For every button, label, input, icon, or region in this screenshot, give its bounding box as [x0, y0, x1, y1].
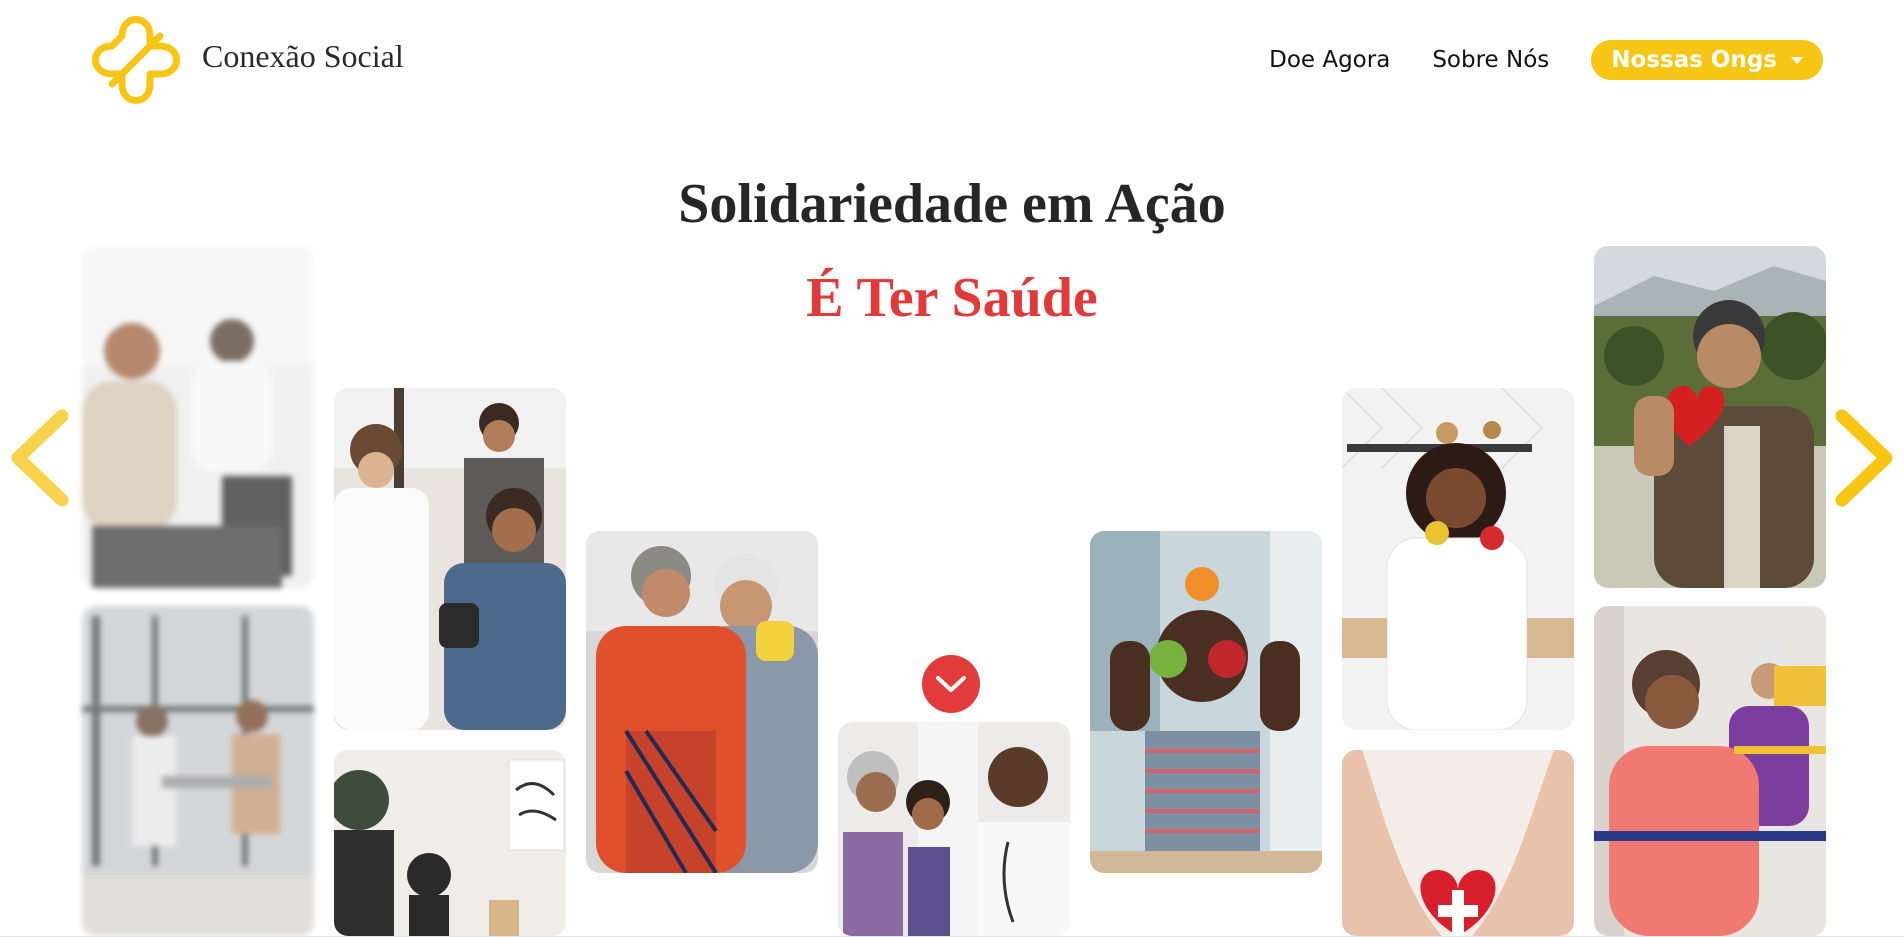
photo-elderly-couple-hugging	[586, 531, 818, 873]
nav-donate-link[interactable]: Doe Agora	[1269, 47, 1390, 73]
photo-blood-pressure-check	[334, 388, 566, 730]
photo-elderly-man-heart	[1594, 246, 1826, 588]
carousel-prev-button[interactable]	[8, 408, 72, 508]
cross-logo-icon	[92, 16, 180, 104]
ongs-dropdown-label: Nossas Ongs	[1611, 47, 1777, 73]
brand-name: Conexão Social	[202, 37, 404, 74]
photo-woman-holding-peppers	[1342, 388, 1574, 730]
hero-title: Solidariedade em Ação	[678, 173, 1226, 235]
caret-down-icon	[1791, 56, 1803, 64]
chevron-right-icon	[1835, 409, 1893, 507]
photo-elderly-women-exercise	[1594, 606, 1826, 936]
chevron-down-icon	[936, 676, 966, 692]
ongs-dropdown-button[interactable]: Nossas Ongs	[1591, 40, 1823, 80]
carousel-next-button[interactable]	[1832, 408, 1896, 508]
main-nav: Doe Agora Sobre Nós Nossas Ongs	[1269, 40, 1823, 80]
brand-logo[interactable]: Conexão Social	[82, 6, 404, 114]
photo-volunteer-table	[334, 750, 566, 936]
photo-hands-heart	[1342, 750, 1574, 936]
scroll-down-button[interactable]	[922, 655, 980, 713]
chevron-left-icon	[11, 409, 69, 507]
photo-doctor-consultation	[82, 246, 314, 588]
photo-doctor-with-family	[838, 722, 1070, 936]
nav-about-link[interactable]: Sobre Nós	[1432, 47, 1549, 73]
photo-medical-office	[82, 606, 314, 936]
photo-woman-with-apples	[1090, 531, 1322, 873]
